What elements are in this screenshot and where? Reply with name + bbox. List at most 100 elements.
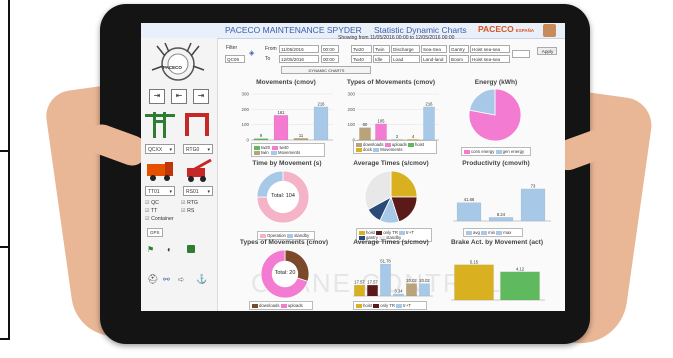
movements-legend: tw20 tw40 twin Movements bbox=[251, 143, 325, 157]
value-input[interactable] bbox=[512, 50, 530, 58]
average-times-title: Average Times (s/cmov) bbox=[353, 160, 429, 167]
productivity-title: Productivity (cmov/h) bbox=[462, 160, 530, 167]
logo-text: PACECO bbox=[163, 65, 182, 70]
rtg-checkbox[interactable]: RTG bbox=[181, 200, 198, 206]
dynamic-charts-toggle[interactable]: DYNAMIC CHARTS bbox=[281, 66, 371, 74]
movements-chart: 0 100 200 300 9 161 11 216 bbox=[241, 92, 333, 143]
arrow-icon[interactable]: ➪ bbox=[178, 275, 185, 284]
page-subtitle: Statistic Dynamic Charts bbox=[374, 25, 467, 35]
option-tw40[interactable]: Tw40 bbox=[351, 55, 372, 63]
data-label: 11 bbox=[299, 133, 304, 138]
to-time-input[interactable]: 00:00 bbox=[321, 55, 339, 63]
qc-checkbox[interactable]: QC bbox=[145, 200, 159, 206]
option-sea-sea[interactable]: Sea-Sea bbox=[421, 45, 447, 53]
from-time-input[interactable]: 00:00 bbox=[321, 45, 339, 53]
data-label: 20.02 bbox=[406, 278, 417, 283]
from-label: From bbox=[265, 46, 277, 52]
energy-legend: cons energy gen energy bbox=[461, 147, 531, 156]
frame-line bbox=[0, 246, 10, 248]
user-avatar[interactable] bbox=[543, 24, 556, 37]
link-icon[interactable]: ⚯ bbox=[163, 275, 170, 284]
productivity-legend: avg min max bbox=[463, 228, 523, 237]
bar bbox=[406, 283, 417, 297]
y-tick-label: 300 bbox=[347, 92, 355, 97]
rs-checkbox[interactable]: RS bbox=[181, 208, 194, 214]
spyder-logo: PACECO bbox=[147, 42, 209, 82]
bar bbox=[253, 138, 269, 141]
rs-stacker-icon[interactable] bbox=[183, 158, 213, 182]
option-tw20[interactable]: Tw20 bbox=[351, 45, 372, 53]
data-label: 4.12 bbox=[516, 266, 525, 271]
pie-slice bbox=[390, 170, 418, 198]
tt-select[interactable]: TT01 bbox=[145, 186, 175, 197]
brand-logo: PACECO ESPAÑA bbox=[478, 24, 535, 34]
hook-icon[interactable]: ⚓ bbox=[196, 274, 207, 285]
container-checkbox[interactable]: Container bbox=[145, 216, 174, 222]
data-label: 5.15 bbox=[470, 259, 479, 264]
bar bbox=[354, 284, 365, 297]
from-date-input[interactable]: 11/05/2016 bbox=[279, 45, 319, 53]
import-icon[interactable]: ⇤ bbox=[171, 89, 187, 104]
qc-crane-icon[interactable] bbox=[145, 108, 175, 138]
team-icon[interactable]: ⛑ bbox=[147, 274, 158, 285]
bar bbox=[375, 123, 387, 141]
time-by-movement-title: Time by Movement (s) bbox=[252, 160, 322, 167]
average-times-2-legend: hoist only TR tr+T bbox=[353, 301, 427, 310]
half-circle-icon[interactable]: ◐ bbox=[167, 245, 172, 254]
export-green-icon[interactable] bbox=[187, 245, 195, 253]
data-label: 105 bbox=[378, 118, 386, 123]
tt-checkbox[interactable]: TT bbox=[145, 208, 157, 214]
frame-line bbox=[0, 150, 10, 152]
gps-button[interactable]: GPS bbox=[147, 228, 163, 237]
left-frame bbox=[0, 0, 10, 340]
y-tick-label: 100 bbox=[347, 122, 355, 127]
flag-icon[interactable]: ⚑ bbox=[147, 245, 154, 254]
rtg-select[interactable]: RTG0 bbox=[183, 144, 213, 155]
time-total-label: Total: 104 bbox=[271, 193, 295, 199]
option-boom[interactable]: Boom bbox=[449, 55, 469, 63]
option-land-land[interactable]: Land-land bbox=[421, 55, 447, 63]
tt-truck-icon[interactable] bbox=[145, 158, 175, 182]
to-date-input[interactable]: 12/05/2016 bbox=[279, 55, 319, 63]
bar bbox=[454, 264, 494, 301]
apply-button[interactable]: Apply bbox=[537, 47, 557, 55]
data-label: 9 bbox=[260, 133, 263, 138]
option-load[interactable]: Load bbox=[391, 55, 420, 63]
export-icon[interactable]: ⇥ bbox=[149, 89, 165, 104]
option-gantry[interactable]: Gantry bbox=[449, 45, 469, 53]
rs-select[interactable]: RS01 bbox=[183, 186, 213, 197]
energy-chart bbox=[468, 88, 522, 142]
app-title: PACECO MAINTENANCE SPYDER bbox=[225, 25, 362, 35]
swap-icon[interactable]: ◈ bbox=[249, 49, 254, 57]
option-twin[interactable]: Twin bbox=[373, 45, 390, 53]
bar bbox=[367, 284, 378, 297]
option-idle[interactable]: Idle bbox=[373, 55, 390, 63]
data-label: 73 bbox=[531, 183, 536, 188]
crane-filter-select[interactable]: QC06 bbox=[225, 55, 245, 63]
productivity-chart: 41.66 8.24 73 bbox=[453, 183, 551, 222]
y-tick-label: 300 bbox=[241, 92, 249, 97]
option-hoist-sea-sea-1[interactable]: Hoist sea-sea bbox=[470, 45, 510, 53]
data-label: 216 bbox=[426, 101, 434, 106]
y-tick-label: 200 bbox=[347, 107, 355, 112]
option-discharge[interactable]: Discharge bbox=[391, 45, 420, 53]
brake-act-chart: 5.15 4.12 bbox=[451, 259, 545, 301]
bar bbox=[423, 106, 435, 141]
data-label: 17.57 bbox=[367, 280, 378, 285]
refresh-icon[interactable]: ⇥ bbox=[193, 89, 209, 104]
data-label: 3.34 bbox=[394, 288, 403, 293]
rtg-crane-icon[interactable] bbox=[183, 110, 211, 138]
bar bbox=[293, 138, 309, 141]
bar bbox=[273, 115, 289, 141]
sidebar: PACECO ⇥ ⇤ ⇥ QCXX RTG0 TT01 RS01 QC RTG bbox=[141, 38, 218, 311]
y-tick-label: 200 bbox=[241, 107, 249, 112]
pie-slice bbox=[468, 88, 496, 116]
qc-select[interactable]: QCXX bbox=[145, 144, 175, 155]
data-label: 216 bbox=[318, 101, 326, 106]
bar bbox=[313, 106, 329, 141]
range-text: Showing from 11/05/2016 00:00 to 12/05/2… bbox=[338, 35, 455, 41]
option-hoist-sea-sea-2[interactable]: Hoist sea-sea bbox=[470, 55, 510, 63]
data-label: 17.57 bbox=[354, 280, 365, 285]
average-times-2-chart: 17.57 17.5751.783.3420.02 20.02 bbox=[353, 259, 433, 297]
bar bbox=[359, 127, 371, 141]
